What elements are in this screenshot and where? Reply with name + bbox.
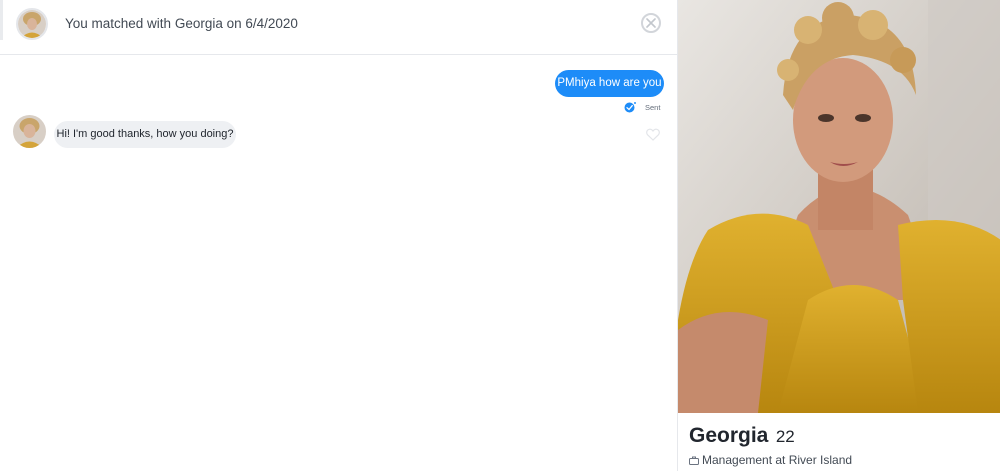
match-info-text: You matched with Georgia on 6/4/2020 [65,16,298,31]
profile-job-row: Management at River Island [689,453,852,467]
profile-age: 22 [775,427,795,446]
profile-photo[interactable] [678,0,1000,413]
header-accent [0,0,3,40]
profile-name: Georgia [689,424,769,447]
received-message-bubble[interactable]: Hi! I'm good thanks, how you doing? [54,121,236,148]
profile-job: Management at River Island [702,453,853,467]
close-icon[interactable] [641,13,661,33]
profile-name-row: Georgia 22 [689,424,795,448]
read-receipt-icon [624,102,636,113]
chat-panel: You matched with Georgia on 6/4/2020 PMh… [0,0,677,471]
profile-panel: Georgia 22 Management at River Island [677,0,1000,471]
match-avatar[interactable] [16,8,48,40]
chat-header: You matched with Georgia on 6/4/2020 [0,0,677,55]
message-status: Sent [645,103,661,112]
sent-message-bubble[interactable]: PMhiya how are you [555,70,664,97]
received-message-avatar[interactable] [13,115,46,148]
heart-icon[interactable] [646,128,660,141]
briefcase-icon [689,456,699,465]
